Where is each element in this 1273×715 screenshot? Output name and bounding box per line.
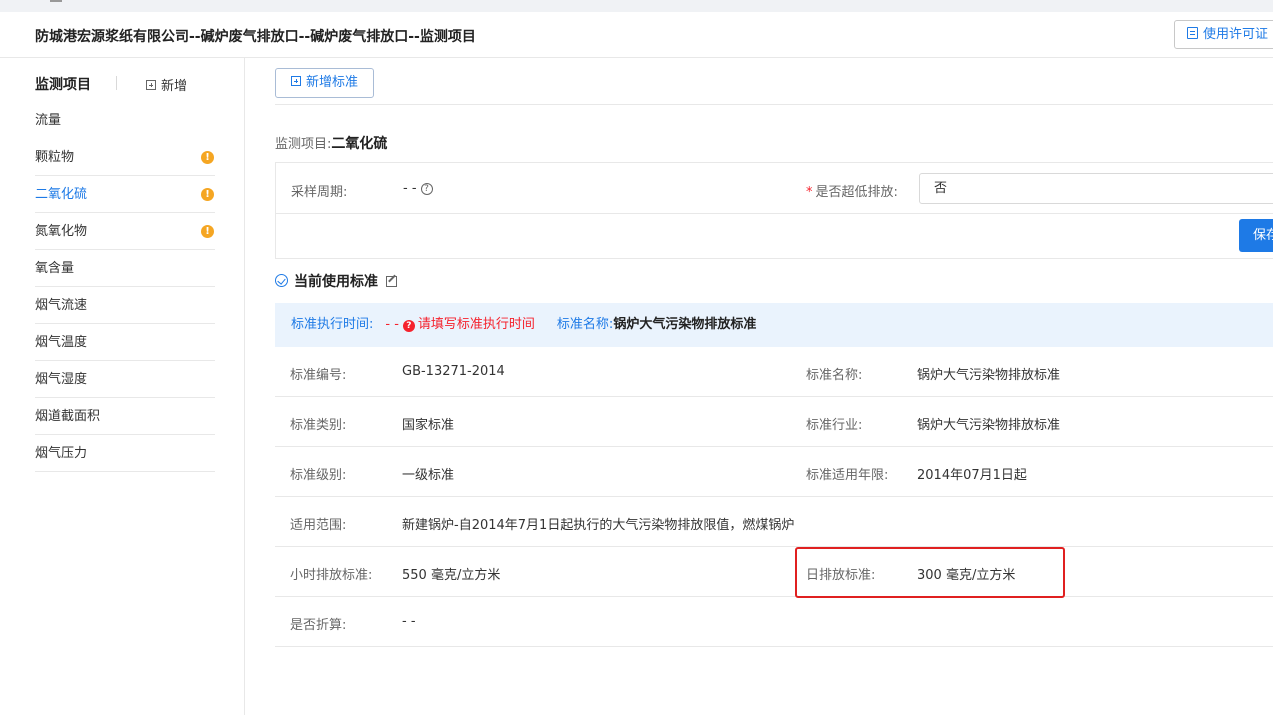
plus-square-icon <box>146 80 156 90</box>
warning-icon: ! <box>201 188 214 201</box>
sidebar-item-label: 烟道截面积 <box>35 409 101 424</box>
exec-time-value: - - <box>385 317 399 332</box>
sidebar-item-flue-velocity[interactable]: 烟气流速 <box>35 287 215 324</box>
current-standard-title-text: 当前使用标准 <box>294 274 378 290</box>
toolbar-divider <box>275 104 1273 105</box>
sampling-period-value: - -? <box>403 181 433 196</box>
standard-info-bar: 标准执行时间: - -? 请填写标准执行时间 标准名称:锅炉大气污染物排放标准 <box>275 303 1273 347</box>
sidebar-item-label: 流量 <box>35 113 62 128</box>
sidebar-title: 监测项目 <box>35 77 91 93</box>
sidebar-item-label: 颗粒物 <box>35 150 75 165</box>
form-row-divider <box>276 213 1273 214</box>
required-asterisk: * <box>806 185 813 200</box>
sidebar-item-particulate[interactable]: 颗粒物! <box>35 139 215 176</box>
std-no-label: 标准编号: <box>290 368 347 383</box>
sidebar-list: 流量 颗粒物! 二氧化硫! 氮氧化物! 氧含量 烟气流速 烟气温度 烟气湿度 烟… <box>35 102 215 472</box>
std-name-label: 标准名称: <box>806 368 863 383</box>
std-years-value: 2014年07月1日起 <box>917 468 1027 483</box>
std-type-label: 标准类别: <box>290 418 347 433</box>
sidebar-item-flow[interactable]: 流量 <box>35 102 215 139</box>
sidebar-item-flue-temperature[interactable]: 烟气温度 <box>35 324 215 361</box>
annotation-highlight-box <box>795 547 1065 598</box>
sidebar-divider <box>116 76 117 90</box>
sidebar-item-flue-area[interactable]: 烟道截面积 <box>35 398 215 435</box>
standard-detail-table: 标准编号: GB-13271-2014 标准名称: 锅炉大气污染物排放标准 标准… <box>275 347 1273 647</box>
sidebar: 监测项目 新增 流量 颗粒物! 二氧化硫! 氮氧化物! 氧含量 烟气流速 烟气温… <box>0 58 245 715</box>
license-button[interactable]: 使用许可证 <box>1174 20 1273 49</box>
warning-icon: ! <box>201 151 214 164</box>
ultra-low-label-text: 是否超低排放: <box>815 185 898 200</box>
sidebar-item-nox[interactable]: 氮氧化物! <box>35 213 215 250</box>
project-form: 采样周期: - -? * 是否超低排放: 否 保存 <box>275 162 1273 259</box>
sidebar-item-label: 氧含量 <box>35 261 75 276</box>
main-panel: 新增标准 监测项目:二氧化硫 采样周期: - -? * 是否超低排放: 否 保存 … <box>245 58 1273 715</box>
hourly-standard-label: 小时排放标准: <box>290 568 373 583</box>
detail-row: 小时排放标准: 550 毫克/立方米 日排放标准: 300 毫克/立方米 <box>275 547 1273 597</box>
new-standard-button[interactable]: 新增标准 <box>275 68 374 98</box>
converted-label: 是否折算: <box>290 618 347 633</box>
sidebar-item-oxygen[interactable]: 氧含量 <box>35 250 215 287</box>
scope-label: 适用范围: <box>290 518 347 533</box>
project-label: 监测项目: <box>275 137 332 152</box>
info-std-name-value: 锅炉大气污染物排放标准 <box>613 317 757 332</box>
info-std-name-label: 标准名称: <box>556 317 614 332</box>
std-name-value: 锅炉大气污染物排放标准 <box>917 368 1061 383</box>
std-industry-value: 锅炉大气污染物排放标准 <box>917 418 1061 433</box>
sampling-period-text: - - <box>403 181 417 196</box>
sidebar-item-label: 氮氧化物 <box>35 224 88 239</box>
top-strip-mark <box>50 0 62 2</box>
save-button[interactable]: 保存 <box>1239 219 1273 252</box>
detail-row: 标准级别: 一级标准 标准适用年限: 2014年07月1日起 <box>275 447 1273 497</box>
detail-row: 是否折算: - - <box>275 597 1273 647</box>
document-icon <box>1187 27 1198 39</box>
sidebar-item-label: 烟气温度 <box>35 335 88 350</box>
add-project-button[interactable]: 新增 <box>146 75 187 94</box>
hourly-standard-value: 550 毫克/立方米 <box>402 568 501 583</box>
page-title: 防城港宏源浆纸有限公司--碱炉废气排放口--碱炉废气排放口--监测项目 <box>35 29 476 45</box>
license-button-label: 使用许可证 <box>1203 27 1269 42</box>
ultra-low-select[interactable]: 否 <box>919 173 1273 204</box>
scope-value: 新建锅炉-自2014年7月1日起执行的大气污染物排放限值，燃煤锅炉 <box>402 518 795 533</box>
warning-icon: ! <box>201 225 214 238</box>
std-level-label: 标准级别: <box>290 468 347 483</box>
top-strip <box>0 0 1273 12</box>
add-project-label: 新增 <box>161 79 188 94</box>
std-no-value: GB-13271-2014 <box>402 364 505 379</box>
project-line: 监测项目:二氧化硫 <box>275 133 387 153</box>
edit-icon[interactable] <box>386 276 397 287</box>
std-industry-label: 标准行业: <box>806 418 863 433</box>
sidebar-item-flue-pressure[interactable]: 烟气压力 <box>35 435 215 472</box>
page-header: 防城港宏源浆纸有限公司--碱炉废气排放口--碱炉废气排放口--监测项目 使用许可… <box>0 12 1273 58</box>
exec-time-error: 请填写标准执行时间 <box>417 317 535 332</box>
detail-row: 标准编号: GB-13271-2014 标准名称: 锅炉大气污染物排放标准 <box>275 347 1273 397</box>
new-standard-label: 新增标准 <box>305 75 358 90</box>
current-standard-title: 当前使用标准 <box>275 271 397 291</box>
sidebar-item-so2[interactable]: 二氧化硫! <box>35 176 215 213</box>
project-value: 二氧化硫 <box>331 136 388 152</box>
std-type-value: 国家标准 <box>402 418 455 433</box>
sidebar-item-label: 烟气压力 <box>35 446 88 461</box>
sampling-period-label: 采样周期: <box>291 185 348 200</box>
detail-row: 适用范围: 新建锅炉-自2014年7月1日起执行的大气污染物排放限值，燃煤锅炉 <box>275 497 1273 547</box>
help-icon[interactable]: ? <box>420 183 433 195</box>
plus-square-icon <box>290 76 301 86</box>
ultra-low-label: * 是否超低排放: <box>806 181 898 200</box>
std-level-value: 一级标准 <box>402 468 455 483</box>
detail-row: 标准类别: 国家标准 标准行业: 锅炉大气污染物排放标准 <box>275 397 1273 447</box>
exec-time-label: 标准执行时间: <box>291 317 374 332</box>
sidebar-item-label: 烟气流速 <box>35 298 88 313</box>
sidebar-item-label: 二氧化硫 <box>35 187 88 202</box>
error-icon: ? <box>402 320 415 332</box>
std-years-label: 标准适用年限: <box>806 468 889 483</box>
sidebar-item-label: 烟气湿度 <box>35 372 88 387</box>
sidebar-item-flue-humidity[interactable]: 烟气湿度 <box>35 361 215 398</box>
check-circle-icon <box>275 274 288 287</box>
converted-value: - - <box>402 614 416 629</box>
